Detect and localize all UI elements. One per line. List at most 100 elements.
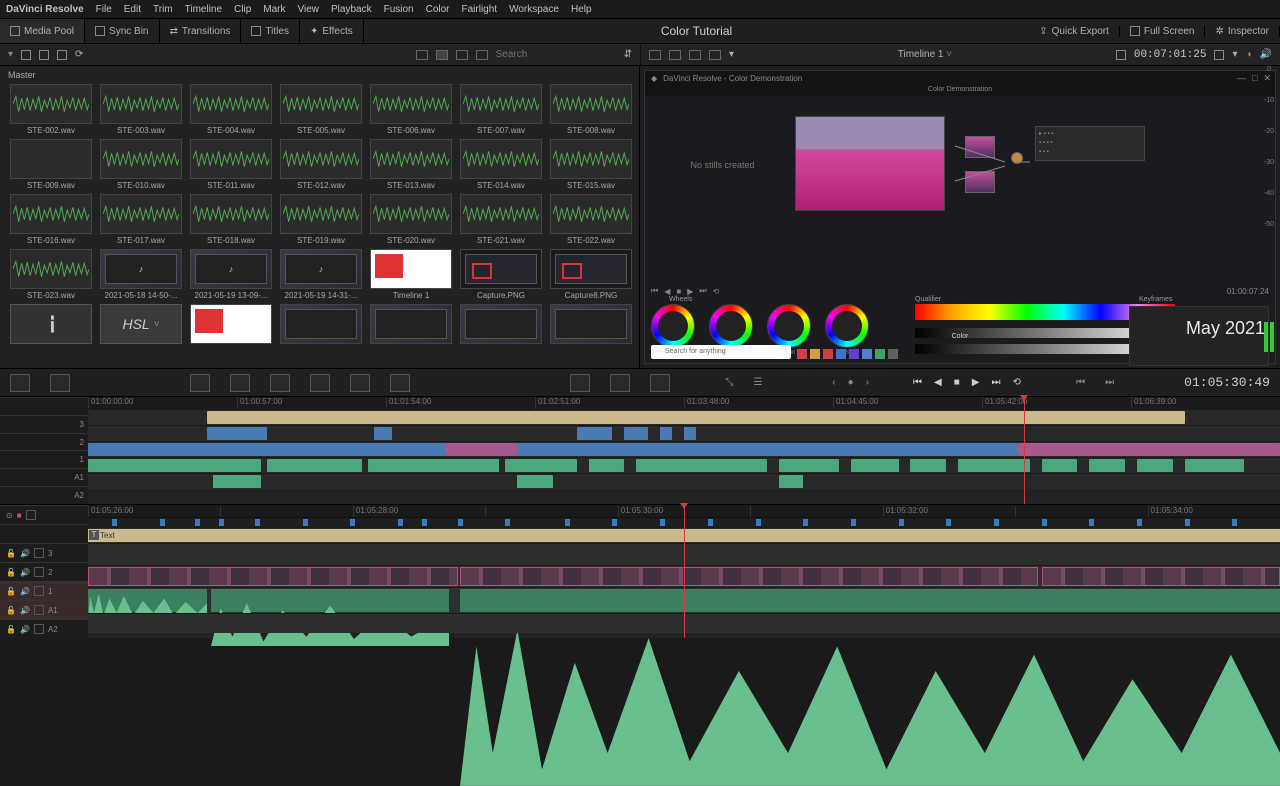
thumb-extra-2[interactable] [278, 304, 364, 346]
audio-clip[interactable] [779, 475, 803, 488]
tab-sync-bin[interactable]: Sync Bin [85, 19, 159, 43]
menu-fairlight[interactable]: Fairlight [462, 4, 498, 15]
stop-icon[interactable]: ■ [676, 287, 681, 296]
menu-view[interactable]: View [298, 4, 320, 15]
clip[interactable] [1018, 443, 1280, 456]
video-clip-2[interactable] [460, 567, 1038, 586]
insert-icon[interactable] [190, 374, 210, 392]
clip-item[interactable]: STE-021.wav [458, 194, 544, 245]
marker[interactable] [1232, 519, 1237, 526]
clip-item[interactable]: STE-018.wav [188, 194, 274, 245]
chevron-down-icon[interactable]: ˅ [946, 49, 952, 60]
clip-item[interactable]: ♪2021-05-18 14-50-... [98, 249, 184, 300]
clip-item[interactable]: STE-004.wav [188, 84, 274, 135]
marker[interactable] [803, 519, 808, 526]
audio-clip[interactable] [958, 459, 1030, 472]
enable-icon[interactable] [34, 586, 44, 596]
chevron-down-icon[interactable]: ▾ [1232, 49, 1237, 60]
viewer-page-color[interactable]: Color [952, 333, 969, 343]
menu-file[interactable]: File [96, 4, 112, 15]
marker[interactable] [612, 519, 617, 526]
jump-prev-icon[interactable]: ⏮ [1076, 377, 1085, 388]
tab-transitions[interactable]: ⇄Transitions [160, 19, 242, 43]
taskbar-app-icon[interactable] [875, 349, 885, 359]
tab-media-pool[interactable]: Media Pool [0, 19, 85, 43]
speaker-icon[interactable]: 🔊 [20, 568, 30, 577]
taskbar-app-icon[interactable] [797, 349, 807, 359]
audio-clip[interactable] [636, 459, 767, 472]
marker[interactable] [255, 519, 260, 526]
marker[interactable] [398, 519, 403, 526]
viewer-window[interactable]: — □ ✕ ◆ DaVinci Resolve - Color Demonstr… [644, 70, 1276, 364]
overwrite-icon[interactable] [230, 374, 250, 392]
clip-item[interactable]: STE-013.wav [368, 139, 454, 190]
tool-arrow-icon[interactable] [10, 374, 30, 392]
first-frame-icon[interactable]: ⏮ [651, 286, 658, 296]
import-icon[interactable] [21, 50, 31, 60]
fit-icon[interactable] [310, 374, 330, 392]
loop-icon[interactable]: ⟲ [713, 287, 720, 296]
mini-head-v2[interactable]: 2 [0, 433, 88, 451]
menu-trim[interactable]: Trim [153, 4, 173, 15]
audio-clip[interactable] [1185, 459, 1245, 472]
clip-item[interactable]: STE-002.wav [8, 84, 94, 135]
eyedropper-tool[interactable] [8, 304, 94, 346]
view-list-icon[interactable] [476, 50, 488, 60]
chevron-down-icon[interactable]: ▾ [729, 49, 734, 60]
btn-full-screen[interactable]: Full Screen [1120, 26, 1206, 37]
bypass-icon[interactable] [1214, 50, 1224, 60]
marker[interactable] [505, 519, 510, 526]
audio-clip-3[interactable] [460, 589, 1280, 612]
ripple-icon[interactable] [390, 374, 410, 392]
mini-lane-a2[interactable] [88, 473, 1280, 489]
append-icon[interactable] [350, 374, 370, 392]
marker[interactable] [350, 519, 355, 526]
opt-icon[interactable] [26, 510, 36, 520]
view-thumb-icon[interactable] [436, 50, 448, 60]
audio-clip[interactable] [1042, 459, 1078, 472]
play-icon[interactable]: ▶ [687, 287, 693, 296]
clip-item[interactable]: STE-005.wav [278, 84, 364, 135]
menu-workspace[interactable]: Workspace [509, 4, 559, 15]
timeline-name[interactable]: Timeline 1 [898, 49, 944, 60]
thumb-extra-3[interactable] [368, 304, 454, 346]
viewer-mode-1-icon[interactable] [649, 50, 661, 60]
jump-next-icon[interactable]: ⏭ [1105, 377, 1114, 388]
clip-item[interactable]: STE-010.wav [98, 139, 184, 190]
taskbar-app-icon[interactable] [888, 349, 898, 359]
clip-item[interactable]: STE-007.wav [458, 84, 544, 135]
viewer-timecode[interactable]: 00:07:01:25 [1134, 49, 1207, 61]
lock-icon[interactable]: 🔓 [6, 568, 16, 577]
clip[interactable] [660, 427, 672, 440]
head-a2[interactable]: 🔓🔊A2 [0, 619, 88, 638]
menu-fusion[interactable]: Fusion [384, 4, 414, 15]
clip[interactable] [624, 427, 648, 440]
speaker-icon[interactable]: 🔊 [20, 587, 30, 596]
marker[interactable] [195, 519, 200, 526]
mini-lane-v2[interactable] [88, 425, 1280, 441]
enable-icon[interactable] [34, 624, 44, 634]
audio-clip[interactable] [910, 459, 946, 472]
minimize-icon[interactable]: — [1237, 73, 1246, 84]
magnet-icon[interactable]: ⊙ [6, 511, 13, 520]
taskbar-app-icon[interactable] [823, 349, 833, 359]
refresh-icon[interactable]: ⟳ [75, 49, 83, 60]
marker[interactable] [946, 519, 951, 526]
bin-menu-icon[interactable]: ▾ [8, 49, 13, 60]
clip[interactable] [207, 427, 267, 440]
menu-timeline[interactable]: Timeline [185, 4, 222, 15]
detail-timeline[interactable]: ⊙ ■ 🔓🔊3 🔓🔊2 🔓🔊1 🔓🔊A1 🔓🔊A2 01:05:26:00 01… [0, 504, 1280, 638]
enable-icon[interactable] [34, 567, 44, 577]
clip-item[interactable]: STE-012.wav [278, 139, 364, 190]
link-icon[interactable] [610, 374, 630, 392]
marker[interactable] [851, 519, 856, 526]
speaker-icon[interactable]: 🔊 [1260, 49, 1272, 60]
clip[interactable] [577, 427, 613, 440]
menu-edit[interactable]: Edit [124, 4, 141, 15]
marker[interactable] [1185, 519, 1190, 526]
thumb-extra-5[interactable] [548, 304, 634, 346]
btn-inspector[interactable]: ✲Inspector [1205, 26, 1280, 37]
clip[interactable] [517, 443, 1018, 456]
audio-clip[interactable] [1137, 459, 1173, 472]
mini-playhead[interactable] [1024, 397, 1025, 504]
